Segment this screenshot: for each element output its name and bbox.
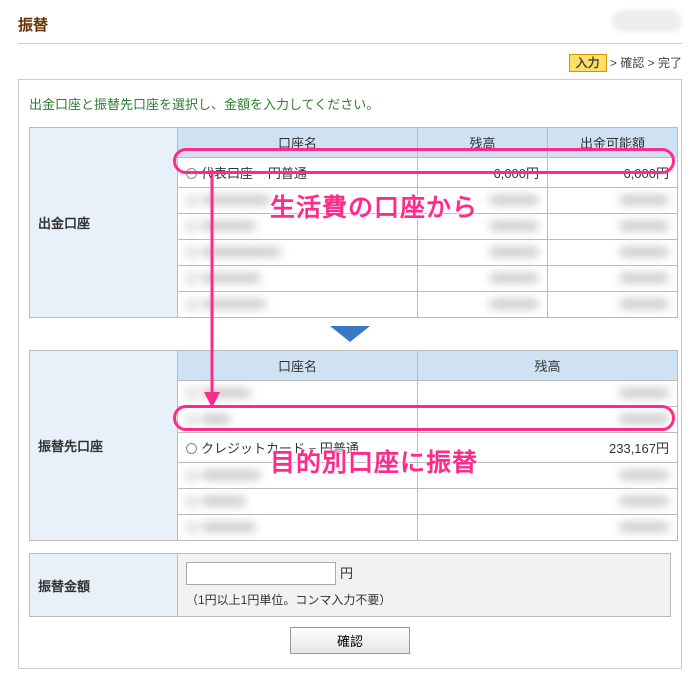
down-arrow-divider bbox=[29, 318, 671, 350]
blurred-user-menu bbox=[612, 10, 682, 32]
form-panel: 出金口座と振替先口座を選択し、金額を入力してください。 出金口座 口座名 残高 … bbox=[18, 79, 682, 669]
amount-label: 振替金額 bbox=[30, 554, 178, 617]
confirm-button[interactable]: 確認 bbox=[290, 627, 410, 654]
account-balance: 6,000円 bbox=[418, 158, 548, 188]
dest-label: 振替先口座 bbox=[30, 351, 178, 541]
dest-account-table: 振替先口座 口座名 残高 クレジットカード − 円普通 233,167円 bbox=[29, 350, 678, 541]
step-final: 完了 bbox=[658, 56, 682, 70]
step-indicator: 入力 > 確認 > 完了 bbox=[18, 44, 682, 79]
col-account-name: 口座名 bbox=[178, 128, 418, 158]
radio-icon[interactable] bbox=[186, 168, 197, 179]
instruction-text: 出金口座と振替先口座を選択し、金額を入力してください。 bbox=[29, 94, 671, 113]
source-label: 出金口座 bbox=[30, 128, 178, 318]
col-available: 出金可能額 bbox=[548, 128, 678, 158]
step-current: 入力 bbox=[569, 54, 607, 72]
radio-icon[interactable] bbox=[186, 443, 197, 454]
amount-table: 振替金額 円 （1円以上1円単位。コンマ入力不要） bbox=[29, 553, 671, 617]
step-next: 確認 bbox=[620, 56, 644, 70]
chevron-down-icon bbox=[330, 326, 370, 342]
account-balance: 233,167円 bbox=[418, 433, 678, 463]
amount-hint: （1円以上1円単位。コンマ入力不要） bbox=[186, 591, 662, 608]
amount-unit: 円 bbox=[340, 566, 353, 581]
amount-cell: 円 （1円以上1円単位。コンマ入力不要） bbox=[178, 554, 671, 617]
amount-input[interactable] bbox=[186, 562, 336, 585]
page: 振替 入力 > 確認 > 完了 出金口座と振替先口座を選択し、金額を入力してくだ… bbox=[0, 0, 700, 689]
button-row: 確認 bbox=[29, 617, 671, 656]
account-available: 6,000円 bbox=[548, 158, 678, 188]
col-balance: 残高 bbox=[418, 128, 548, 158]
page-title: 振替 bbox=[18, 10, 682, 44]
col-account-name: 口座名 bbox=[178, 351, 418, 381]
account-name: 代表口座 − 円普通 bbox=[201, 166, 307, 181]
account-name: クレジットカード − 円普通 bbox=[201, 441, 359, 456]
source-account-table: 出金口座 口座名 残高 出金可能額 代表口座 − 円普通 6,000円 6,00… bbox=[29, 127, 678, 318]
col-balance: 残高 bbox=[418, 351, 678, 381]
